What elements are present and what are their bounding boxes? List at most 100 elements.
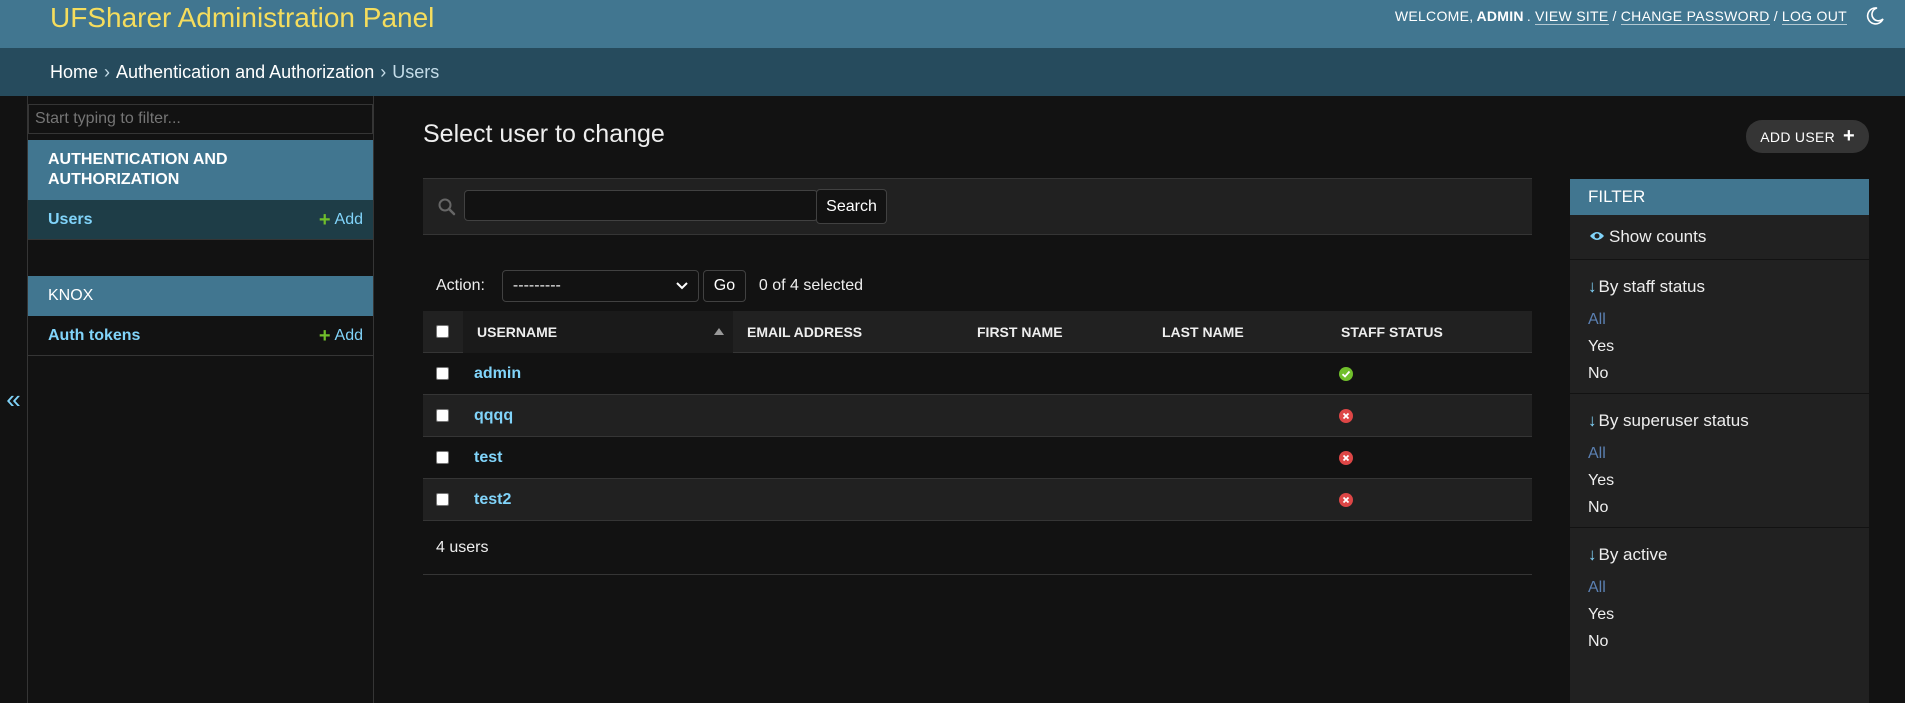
filter-option-all[interactable]: All bbox=[1588, 440, 1869, 467]
x-circle-icon bbox=[1339, 408, 1353, 423]
filter-group-title[interactable]: ↓ By superuser status bbox=[1588, 408, 1869, 434]
welcome-text: WELCOME, bbox=[1394, 8, 1474, 24]
x-circle-icon bbox=[1339, 450, 1353, 465]
column-header-email[interactable]: EMAIL ADDRESS bbox=[747, 324, 862, 340]
changelist-filter: FILTER Show counts ↓ By staff status All … bbox=[1570, 179, 1869, 703]
filter-option-no[interactable]: No bbox=[1588, 494, 1869, 521]
select-all-checkbox[interactable] bbox=[436, 325, 449, 338]
show-counts-link[interactable]: Show counts bbox=[1570, 215, 1869, 260]
nav-sidebar: AUTHENTICATION AND AUTHORIZATION Users +… bbox=[28, 96, 374, 703]
page-title: Select user to change bbox=[423, 120, 665, 148]
user-link[interactable]: test2 bbox=[474, 491, 511, 509]
filter-group-label: By staff status bbox=[1598, 277, 1705, 296]
filter-group-title[interactable]: ↓ By active bbox=[1588, 542, 1869, 568]
table-header: USERNAME EMAIL ADDRESS FIRST NAME LAST N… bbox=[423, 311, 1532, 353]
sidebar-item-users-link[interactable]: Users bbox=[48, 211, 92, 229]
row-checkbox[interactable] bbox=[436, 451, 449, 464]
separator: / bbox=[1773, 8, 1778, 24]
go-button[interactable]: Go bbox=[702, 270, 746, 302]
divider bbox=[1570, 393, 1869, 394]
filter-group-label: By superuser status bbox=[1598, 411, 1749, 430]
plus-icon: + bbox=[318, 208, 331, 231]
breadcrumb-current: Users bbox=[392, 62, 440, 82]
toggle-sidebar-button[interactable]: « bbox=[0, 96, 28, 703]
add-label: Add bbox=[334, 326, 363, 344]
filter-option-yes[interactable]: Yes bbox=[1588, 601, 1869, 628]
filter-option-no[interactable]: No bbox=[1588, 360, 1869, 387]
search-input[interactable] bbox=[464, 190, 818, 221]
table-row: qqqq bbox=[423, 395, 1532, 437]
row-checkbox[interactable] bbox=[436, 409, 449, 422]
add-user-button[interactable]: ADD USER + bbox=[1746, 120, 1869, 153]
breadcrumb-app[interactable]: Authentication and Authorization bbox=[116, 62, 374, 82]
x-circle-icon bbox=[1339, 492, 1353, 507]
app-knox: KNOX Auth tokens + Add bbox=[28, 276, 373, 356]
user-tools: WELCOME, ADMIN. VIEW SITE / CHANGE PASSW… bbox=[1395, 6, 1885, 26]
search-button[interactable]: Search bbox=[816, 189, 887, 224]
action-selected-value: --------- bbox=[512, 277, 561, 294]
nav-filter-input[interactable] bbox=[28, 104, 373, 134]
app-auth: AUTHENTICATION AND AUTHORIZATION Users +… bbox=[28, 140, 373, 240]
filter-option-all[interactable]: All bbox=[1588, 574, 1869, 601]
double-chevron-left-icon: « bbox=[6, 384, 21, 414]
change-password-link[interactable]: CHANGE PASSWORD bbox=[1620, 8, 1770, 25]
chevron-down-icon bbox=[676, 277, 688, 295]
column-header-username[interactable]: USERNAME bbox=[477, 324, 557, 340]
filter-group-superuser-status: ↓ By superuser status All Yes No bbox=[1570, 408, 1869, 528]
filter-option-no[interactable]: No bbox=[1588, 628, 1869, 655]
table-row: test bbox=[423, 437, 1532, 479]
site-title[interactable]: UFSharer Administration Panel bbox=[50, 0, 434, 36]
app-caption-auth[interactable]: AUTHENTICATION AND AUTHORIZATION bbox=[28, 140, 373, 200]
search-icon bbox=[437, 197, 457, 217]
user-link[interactable]: admin bbox=[474, 365, 521, 383]
column-header-last-name[interactable]: LAST NAME bbox=[1162, 324, 1244, 340]
filter-option-yes[interactable]: Yes bbox=[1588, 467, 1869, 494]
current-username: ADMIN bbox=[1476, 8, 1524, 24]
add-auth-tokens-link[interactable]: + Add bbox=[318, 324, 363, 347]
column-header-staff-status[interactable]: STAFF STATUS bbox=[1341, 324, 1443, 340]
filter-group-staff-status: ↓ By staff status All Yes No bbox=[1570, 274, 1869, 394]
action-label: Action: bbox=[436, 277, 485, 294]
arrow-down-icon: ↓ bbox=[1588, 545, 1597, 564]
add-users-link[interactable]: + Add bbox=[318, 208, 363, 231]
divider bbox=[1570, 527, 1869, 528]
action-select[interactable]: --------- bbox=[501, 270, 699, 302]
breadcrumb-separator: › bbox=[104, 62, 111, 82]
sort-ascending-icon[interactable] bbox=[714, 328, 724, 335]
filter-group-active: ↓ By active All Yes No bbox=[1570, 542, 1869, 655]
table-row: test2 bbox=[423, 479, 1532, 521]
check-circle-icon bbox=[1339, 366, 1353, 381]
show-counts-label: Show counts bbox=[1609, 227, 1707, 246]
row-checkbox[interactable] bbox=[436, 493, 449, 506]
arrow-down-icon: ↓ bbox=[1588, 411, 1597, 430]
log-out-link[interactable]: LOG OUT bbox=[1781, 8, 1847, 25]
filter-option-all[interactable]: All bbox=[1588, 306, 1869, 333]
row-checkbox[interactable] bbox=[436, 367, 449, 380]
actions-bar: Action: --------- Go 0 of 4 selected bbox=[423, 268, 1023, 304]
filter-option-yes[interactable]: Yes bbox=[1588, 333, 1869, 360]
filter-group-label: By active bbox=[1598, 545, 1668, 564]
sidebar-item-auth-tokens-link[interactable]: Auth tokens bbox=[48, 327, 140, 345]
sidebar-item-users[interactable]: Users + Add bbox=[28, 200, 373, 240]
view-site-link[interactable]: VIEW SITE bbox=[1535, 8, 1609, 25]
column-header-first-name[interactable]: FIRST NAME bbox=[977, 324, 1063, 340]
user-link[interactable]: test bbox=[474, 449, 502, 467]
eye-icon bbox=[1589, 227, 1605, 247]
search-toolbar: Search bbox=[423, 178, 1532, 235]
add-user-label: ADD USER bbox=[1760, 128, 1836, 145]
sidebar-item-auth-tokens[interactable]: Auth tokens + Add bbox=[28, 316, 373, 356]
plus-icon: + bbox=[1843, 125, 1855, 147]
breadcrumb-home[interactable]: Home bbox=[50, 62, 98, 82]
breadcrumb: Home › Authentication and Authorization › Us… bbox=[0, 48, 1905, 96]
filter-group-title[interactable]: ↓ By staff status bbox=[1588, 274, 1869, 300]
selection-count: 0 of 4 selected bbox=[758, 277, 863, 294]
separator: / bbox=[1612, 8, 1617, 24]
breadcrumb-separator: › bbox=[380, 62, 387, 82]
add-label: Add bbox=[334, 210, 363, 228]
separator: . bbox=[1526, 8, 1532, 24]
table-row: admin bbox=[423, 353, 1532, 395]
user-link[interactable]: qqqq bbox=[474, 407, 513, 425]
app-caption-knox[interactable]: KNOX bbox=[28, 276, 373, 316]
moon-icon[interactable] bbox=[1865, 6, 1885, 26]
plus-icon: + bbox=[318, 324, 331, 347]
